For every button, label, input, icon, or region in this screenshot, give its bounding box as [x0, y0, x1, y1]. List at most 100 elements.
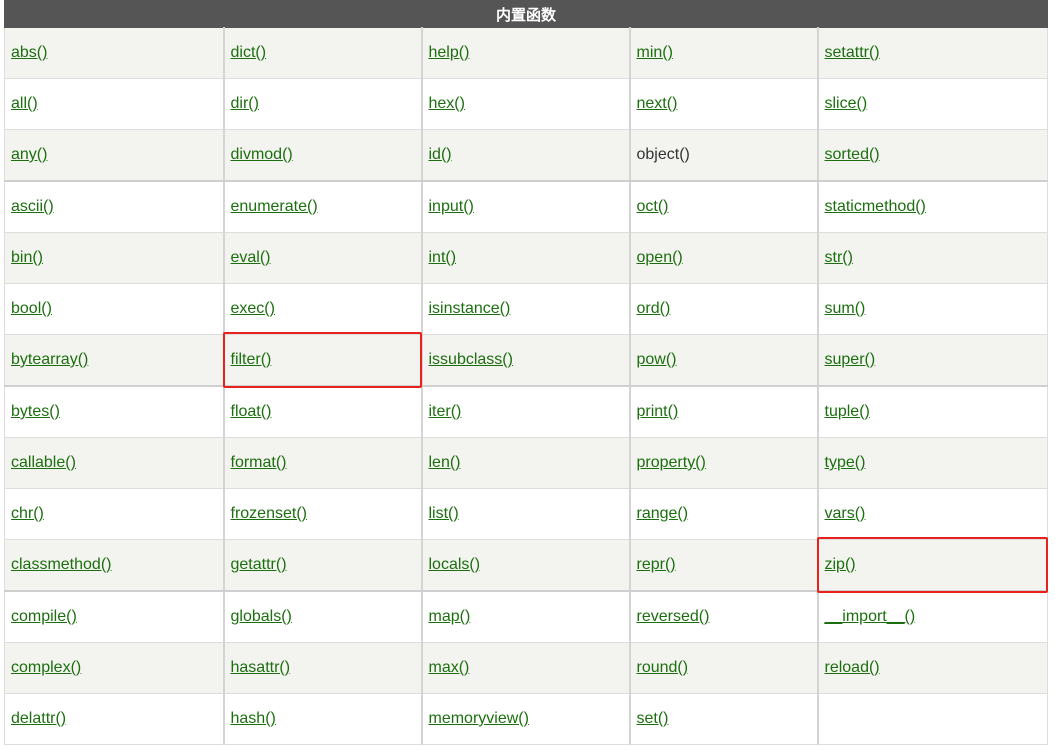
function-link-complex[interactable]: complex(): [11, 659, 81, 676]
function-link-format[interactable]: format(): [231, 454, 287, 471]
function-link-hash[interactable]: hash(): [231, 710, 276, 727]
table-cell: zip(): [817, 539, 1048, 592]
function-link-locals[interactable]: locals(): [429, 556, 481, 573]
function-link-id[interactable]: id(): [429, 146, 452, 163]
function-link-sum[interactable]: sum(): [825, 300, 866, 317]
function-link-eval[interactable]: eval(): [231, 249, 271, 266]
function-link-globals[interactable]: globals(): [231, 608, 292, 625]
table-cell: help(): [421, 27, 631, 79]
function-link-max[interactable]: max(): [429, 659, 470, 676]
function-link-print[interactable]: print(): [637, 403, 679, 420]
table-cell: classmethod(): [4, 539, 225, 592]
function-link-dir[interactable]: dir(): [231, 95, 259, 112]
table-cell: property(): [629, 437, 819, 489]
table-cell: callable(): [4, 437, 225, 489]
table-row: any() divmod() id() object() sorted(): [4, 129, 1048, 182]
table-row: compile() globals() map() reversed() __impor…: [4, 591, 1048, 643]
function-link-str[interactable]: str(): [825, 249, 853, 266]
function-link-vars[interactable]: vars(): [825, 505, 866, 522]
function-link-next[interactable]: next(): [637, 95, 678, 112]
function-link-compile[interactable]: compile(): [11, 608, 77, 625]
table-row: all() dir() hex() next() slice(): [4, 78, 1048, 130]
function-link-bool[interactable]: bool(): [11, 300, 52, 317]
function-link-ascii[interactable]: ascii(): [11, 198, 54, 215]
function-link-memoryview[interactable]: memoryview(): [429, 710, 529, 727]
function-link-round[interactable]: round(): [637, 659, 689, 676]
table-cell: getattr(): [223, 539, 423, 592]
function-link-help[interactable]: help(): [429, 44, 470, 61]
table-cell: min(): [629, 27, 819, 79]
function-link-bin[interactable]: bin(): [11, 249, 43, 266]
function-link-input[interactable]: input(): [429, 198, 474, 215]
function-link-oct[interactable]: oct(): [637, 198, 669, 215]
function-link-float[interactable]: float(): [231, 403, 272, 420]
function-link-chr[interactable]: chr(): [11, 505, 44, 522]
function-link-import[interactable]: __import__(): [825, 608, 916, 625]
function-link-set[interactable]: set(): [637, 710, 669, 727]
function-link-iter[interactable]: iter(): [429, 403, 462, 420]
function-link-range[interactable]: range(): [637, 505, 689, 522]
function-link-callable[interactable]: callable(): [11, 454, 76, 471]
function-link-bytes[interactable]: bytes(): [11, 403, 60, 420]
table-cell: object(): [629, 129, 819, 182]
table-cell: slice(): [817, 78, 1048, 130]
function-link-setattr[interactable]: setattr(): [825, 44, 880, 61]
table-cell: repr(): [629, 539, 819, 592]
function-link-frozenset[interactable]: frozenset(): [231, 505, 307, 522]
table-row: callable() format() len() property() type(): [4, 437, 1048, 489]
table-cell: next(): [629, 78, 819, 130]
function-link-map[interactable]: map(): [429, 608, 471, 625]
function-link-hex[interactable]: hex(): [429, 95, 465, 112]
function-link-delattr[interactable]: delattr(): [11, 710, 66, 727]
table-cell: eval(): [223, 232, 423, 284]
function-link-classmethod[interactable]: classmethod(): [11, 556, 111, 573]
function-link-isinstance[interactable]: isinstance(): [429, 300, 511, 317]
table-cell: reversed(): [629, 591, 819, 643]
function-link-dict[interactable]: dict(): [231, 44, 267, 61]
function-link-bytearray[interactable]: bytearray(): [11, 351, 88, 368]
function-link-hasattr[interactable]: hasattr(): [231, 659, 291, 676]
table-cell: bytearray(): [4, 334, 225, 387]
function-link-exec[interactable]: exec(): [231, 300, 275, 317]
table-row: delattr() hash() memoryview() set(): [4, 693, 1048, 745]
function-link-repr[interactable]: repr(): [637, 556, 676, 573]
table-cell: set(): [629, 693, 819, 745]
function-link-super[interactable]: super(): [825, 351, 876, 368]
function-link-ord[interactable]: ord(): [637, 300, 671, 317]
table-cell: sorted(): [817, 129, 1048, 182]
table-cell: float(): [223, 386, 423, 438]
function-link-sorted[interactable]: sorted(): [825, 146, 880, 163]
function-link-list[interactable]: list(): [429, 505, 459, 522]
function-link-issubclass[interactable]: issubclass(): [429, 351, 513, 368]
table-cell: hash(): [223, 693, 423, 745]
function-link-reversed[interactable]: reversed(): [637, 608, 710, 625]
table-cell: setattr(): [817, 27, 1048, 79]
function-link-tuple[interactable]: tuple(): [825, 403, 870, 420]
function-link-len[interactable]: len(): [429, 454, 461, 471]
function-link-type[interactable]: type(): [825, 454, 866, 471]
function-link-reload[interactable]: reload(): [825, 659, 880, 676]
table-cell: bool(): [4, 283, 225, 335]
function-link-divmod[interactable]: divmod(): [231, 146, 293, 163]
function-link-min[interactable]: min(): [637, 44, 673, 61]
function-link-pow[interactable]: pow(): [637, 351, 677, 368]
function-link-abs[interactable]: abs(): [11, 44, 47, 61]
table-cell: __import__(): [817, 591, 1048, 643]
function-link-open[interactable]: open(): [637, 249, 683, 266]
table-cell: ord(): [629, 283, 819, 335]
function-link-property[interactable]: property(): [637, 454, 706, 471]
table-cell: map(): [421, 591, 631, 643]
table-cell: memoryview(): [421, 693, 631, 745]
function-link-enumerate[interactable]: enumerate(): [231, 198, 318, 215]
function-link-slice[interactable]: slice(): [825, 95, 868, 112]
function-link-staticmethod[interactable]: staticmethod(): [825, 198, 926, 215]
function-link-int[interactable]: int(): [429, 249, 457, 266]
function-link-filter[interactable]: filter(): [231, 351, 272, 368]
function-link-zip[interactable]: zip(): [825, 556, 856, 573]
function-link-getattr[interactable]: getattr(): [231, 556, 287, 573]
function-link-all[interactable]: all(): [11, 95, 38, 112]
table-cell: type(): [817, 437, 1048, 489]
function-link-any[interactable]: any(): [11, 146, 47, 163]
table-cell: issubclass(): [421, 334, 631, 387]
table-cell: divmod(): [223, 129, 423, 182]
